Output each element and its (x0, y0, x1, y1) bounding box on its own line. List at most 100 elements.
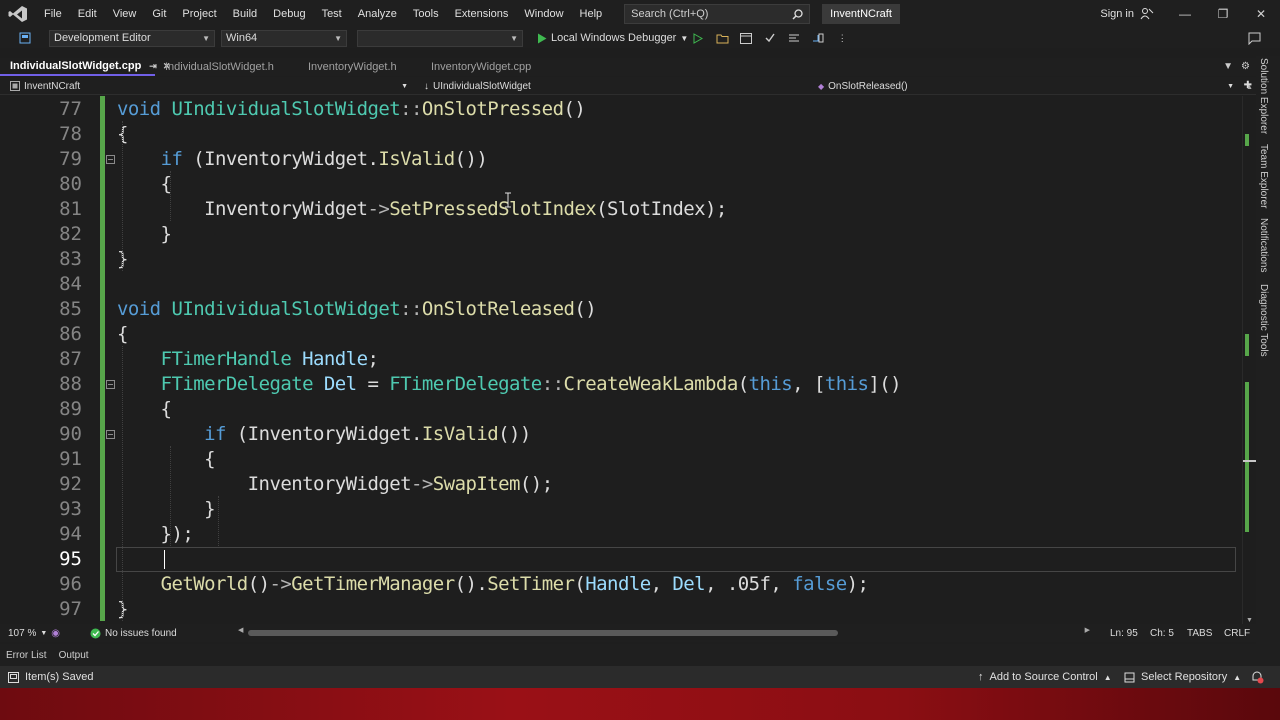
code-line: 86 { (0, 322, 1242, 347)
editor-status-row: 107 % ▼ ◉ No issues found ◀ ▶ Ln: 95 Ch:… (0, 624, 1256, 642)
project-dropdown[interactable]: InventNCraft ▼ (4, 78, 414, 94)
visual-studio-logo-icon[interactable] (0, 0, 36, 28)
minimize-icon[interactable]: — (1166, 0, 1204, 28)
scope-dropdown[interactable]: ↓ UIndividualSlotWidget (418, 78, 826, 94)
menu-item-window[interactable]: Window (516, 0, 571, 28)
side-tool-windows: Solution Explorer Team Explorer Notificati… (1256, 56, 1280, 648)
horizontal-scroll-thumb[interactable] (248, 630, 838, 636)
line-number: 85 (59, 298, 82, 320)
side-tab-solution-explorer[interactable]: Solution Explorer (1258, 58, 1269, 134)
code-line: 84 (0, 272, 1242, 297)
menu-item-edit[interactable]: Edit (70, 0, 105, 28)
tab-document[interactable]: IndividualSlotWidget.h (155, 58, 298, 76)
platform-dropdown[interactable]: Win64 ▼ (221, 29, 347, 47)
column-indicator[interactable]: Ch: 5 (1150, 628, 1174, 639)
tab-output[interactable]: Output (53, 650, 95, 661)
vertical-scrollbar[interactable]: ▲ ▼ (1242, 84, 1257, 624)
line-number: 90 (59, 423, 82, 445)
code-editor[interactable]: 77 void UIndividualSlotWidget::OnSlotPres… (0, 96, 1242, 624)
solution-name-badge[interactable]: InventNCraft (822, 4, 900, 24)
scroll-down-icon[interactable]: ▼ (1246, 617, 1253, 624)
select-repository-button[interactable]: Select Repository ▲ (1124, 671, 1241, 683)
menu-item-view[interactable]: View (105, 0, 145, 28)
menu-item-analyze[interactable]: Analyze (350, 0, 405, 28)
comment-icon[interactable] (787, 31, 801, 45)
start-without-debugging-icon[interactable] (692, 32, 704, 44)
line-number: 91 (59, 448, 82, 470)
side-tab-notifications[interactable]: Notifications (1258, 218, 1269, 272)
notifications-button[interactable] (1250, 670, 1264, 684)
scroll-up-icon[interactable]: ▲ (1246, 84, 1253, 91)
search-input[interactable]: Search (Ctrl+Q) (624, 4, 811, 24)
code-line: 94 }); (0, 522, 1242, 547)
tab-document[interactable]: IndividualSlotWidget.cpp ⇥ ✕ (0, 58, 170, 76)
step-icon[interactable] (811, 31, 825, 45)
code-line: 82 } (0, 222, 1242, 247)
indent-indicator[interactable]: TABS (1187, 628, 1212, 639)
chevron-down-icon[interactable]: ▼ (680, 34, 688, 43)
line-number: 93 (59, 498, 82, 520)
restore-icon[interactable]: ❐ (1204, 0, 1242, 28)
navigation-bar: InventNCraft ▼ ↓ UIndividualSlotWidget ◆… (0, 77, 1256, 95)
project-label: InventNCraft (24, 80, 81, 92)
window-layout-icon[interactable] (739, 31, 753, 45)
chevron-down-icon: ▼ (1227, 82, 1234, 90)
code-text: }); (117, 523, 194, 545)
solution-configurations-icon[interactable] (18, 31, 32, 45)
menu-item-help[interactable]: Help (572, 0, 611, 28)
tab-dropdown-icon[interactable]: ▼ (1223, 58, 1233, 76)
menu-item-tools[interactable]: Tools (405, 0, 447, 28)
menu-item-project[interactable]: Project (174, 0, 224, 28)
scroll-left-icon[interactable]: ◀ (238, 626, 243, 634)
horizontal-scrollbar[interactable]: ◀ ▶ (238, 626, 1090, 637)
menu-item-file[interactable]: File (36, 0, 70, 28)
close-icon[interactable]: ✕ (1242, 0, 1280, 28)
zoom-control[interactable]: 107 % ▼ ◉ (8, 628, 60, 639)
side-tab-team-explorer[interactable]: Team Explorer (1258, 144, 1269, 208)
settings-icon[interactable]: ⚙ (1241, 58, 1250, 76)
menu-item-git[interactable]: Git (144, 0, 174, 28)
line-number: 80 (59, 173, 82, 195)
live-share-icon[interactable] (1140, 7, 1154, 21)
collapse-outline-icon[interactable] (106, 430, 115, 439)
member-dropdown[interactable]: ◆ OnSlotReleased() ▼ (812, 78, 1240, 94)
code-line: 92 InventoryWidget->SwapItem(); (0, 472, 1242, 497)
tab-document[interactable]: InventoryWidget.h (298, 58, 421, 76)
code-line: 95 (0, 547, 1242, 572)
project-icon (10, 81, 20, 91)
menu-item-build[interactable]: Build (225, 0, 265, 28)
tab-well-controls: ▼ ⚙ (1223, 58, 1250, 76)
collapse-outline-icon[interactable] (106, 380, 115, 389)
menu-item-debug[interactable]: Debug (265, 0, 313, 28)
code-text: } (117, 223, 172, 245)
line-ending-indicator[interactable]: CRLF (1224, 628, 1250, 639)
code-line: 91 { (0, 447, 1242, 472)
startup-item-dropdown[interactable]: ▼ (357, 29, 523, 47)
code-line: 79 if (InventoryWidget.IsValid()) (0, 147, 1242, 172)
line-indicator[interactable]: Ln: 95 (1110, 628, 1138, 639)
tab-document[interactable]: InventoryWidget.cpp (421, 58, 541, 76)
collapse-outline-icon[interactable] (106, 155, 115, 164)
scroll-right-icon[interactable]: ▶ (1085, 626, 1090, 634)
line-number: 97 (59, 598, 82, 620)
status-bar: Item(s) Saved ↑ Add to Source Control ▲ … (0, 666, 1280, 688)
folder-icon[interactable] (715, 31, 729, 45)
issues-indicator[interactable]: No issues found (90, 628, 177, 639)
menu-item-test[interactable]: Test (314, 0, 350, 28)
indent-guide (218, 496, 219, 546)
line-number: 83 (59, 248, 82, 270)
add-to-source-control-button[interactable]: ↑ Add to Source Control ▲ (978, 671, 1112, 683)
overflow-icon[interactable]: ⋮ (835, 31, 849, 45)
sign-in-button[interactable]: Sign in (1100, 0, 1154, 28)
copilot-icon[interactable]: ◉ (51, 628, 60, 639)
side-tab-diagnostic-tools[interactable]: Diagnostic Tools (1258, 284, 1269, 357)
mouse-cursor-icon (505, 192, 511, 208)
configuration-dropdown[interactable]: Development Editor ▼ (49, 29, 215, 47)
feedback-icon[interactable] (1247, 31, 1261, 45)
chevron-up-icon: ▲ (1233, 672, 1242, 682)
tab-error-list[interactable]: Error List (0, 650, 53, 661)
line-number: 96 (59, 573, 82, 595)
menu-item-extensions[interactable]: Extensions (447, 0, 517, 28)
hot-reload-icon[interactable] (763, 31, 777, 45)
start-debugging-button[interactable]: Local Windows Debugger ▼ (537, 32, 704, 44)
